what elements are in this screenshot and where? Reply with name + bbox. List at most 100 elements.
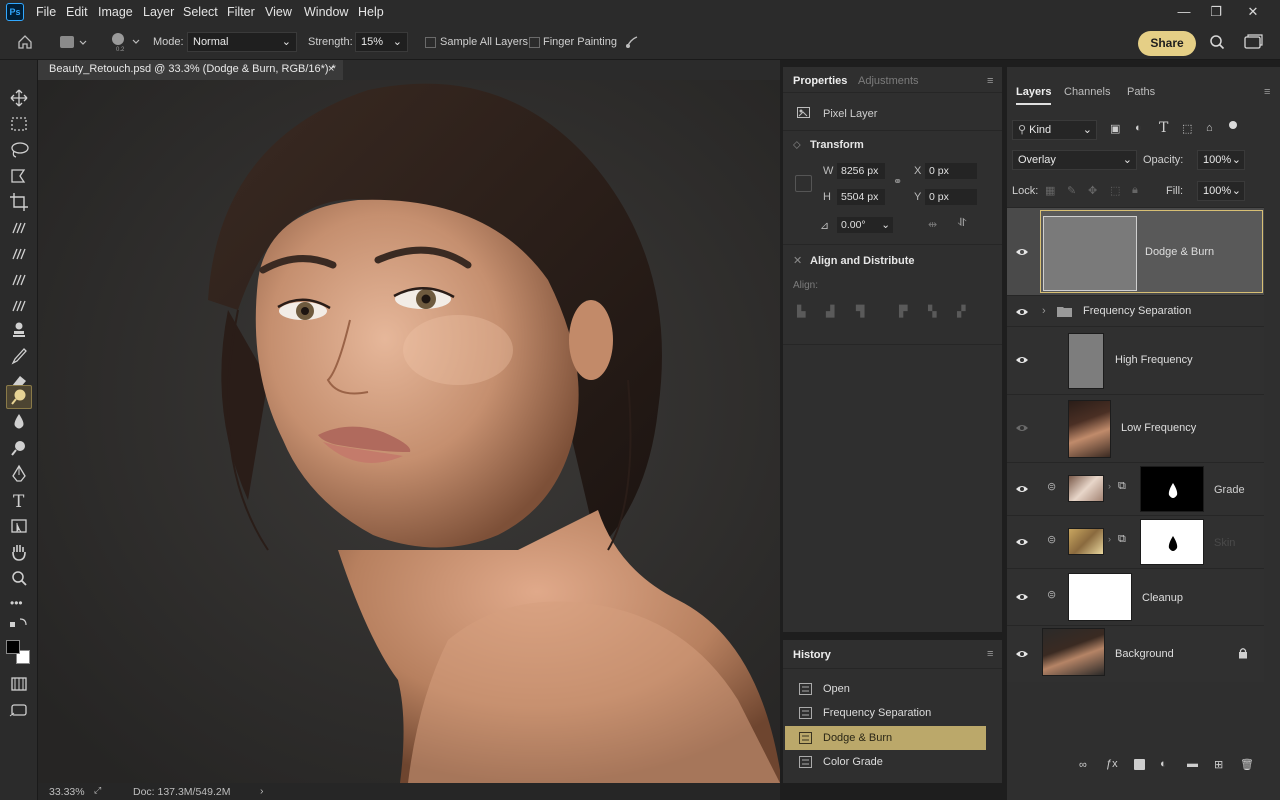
filter-smart-object-icon[interactable]: ⌂ [1206,122,1213,134]
flip-horizontal-icon[interactable]: ⇹ [928,218,937,231]
visibility-eye-icon[interactable] [1015,355,1029,365]
panel-menu-icon[interactable]: ≡ [1264,86,1270,98]
frame-tool-icon[interactable] [6,216,32,240]
lock-all-icon[interactable]: 🔒︎ [1132,184,1138,197]
visibility-eye-icon[interactable] [1015,484,1029,494]
visibility-eye-icon[interactable] [1015,307,1029,317]
layer-row-background[interactable]: Background [1007,625,1264,682]
share-button[interactable]: Share [1138,31,1196,56]
y-field[interactable]: 0 px [925,189,977,205]
filter-kind-select[interactable]: ⚲ Kind ⌄ [1012,120,1097,140]
eyedropper-tool-icon[interactable] [6,242,32,266]
panel-menu-icon[interactable]: ≡ [987,648,993,660]
history-item[interactable]: Open [785,677,986,701]
lock-artboard-icon[interactable]: ⬚ [1110,184,1120,197]
chain-icon[interactable]: › [1108,534,1111,544]
edit-toolbar-icon[interactable]: ••• [6,592,32,616]
filter-type-icon[interactable]: T [1159,120,1168,136]
blur-tool-icon[interactable] [6,410,32,434]
tab-paths[interactable]: Paths [1127,86,1155,98]
sample-all-layers-checkbox[interactable] [425,37,436,48]
healing-brush-tool-icon[interactable] [6,268,32,292]
opacity-field[interactable]: 100% ⌄ [1197,150,1245,170]
object-selection-tool-icon[interactable] [6,164,32,188]
tool-preset-icon[interactable] [58,33,90,51]
menu-help[interactable]: Help [358,0,384,25]
layer-style-icon[interactable]: ƒx [1106,758,1118,770]
align-bottom-icon[interactable]: ▞ [957,305,965,318]
close-window-button[interactable]: ✕ [1235,2,1271,22]
layer-name[interactable]: Grade [1214,484,1245,496]
quick-mask-icon[interactable] [6,672,32,696]
blend-mode-select[interactable]: Overlay ⌄ [1012,150,1137,170]
align-left-icon[interactable]: ▙ [797,305,805,318]
lock-position-icon[interactable]: ✥ [1088,184,1097,197]
tab-layers[interactable]: Layers [1016,86,1052,105]
layer-name[interactable]: Background [1115,648,1174,660]
workspace-icon[interactable] [1243,33,1265,51]
layer-row-dodge-burn[interactable]: Dodge & Burn [1007,207,1264,295]
swap-colors-icon[interactable] [6,615,32,633]
burn-tool-icon[interactable] [6,436,32,460]
layer-row-high-frequency[interactable]: High Frequency [1007,326,1264,394]
hand-tool-icon[interactable] [6,540,32,564]
filter-shape-icon[interactable]: ⬚ [1182,122,1192,135]
brush-size-icon[interactable]: 0.2 [108,31,142,53]
mode-select[interactable]: Normal ⌄ [187,32,297,52]
layer-row-grade[interactable]: ⊜ › ⧉ Grade [1007,462,1264,515]
minimize-button[interactable]: — [1166,2,1202,22]
tab-properties[interactable]: Properties [793,75,847,87]
chain-icon[interactable]: › [1108,481,1111,491]
menu-window[interactable]: Window [304,0,348,25]
menu-file[interactable]: File [36,0,56,25]
menu-layer[interactable]: Layer [143,0,174,25]
filter-pixel-icon[interactable]: ▣ [1110,122,1120,135]
lock-pixels-icon[interactable]: ✎ [1067,184,1076,197]
menu-view[interactable]: View [265,0,292,25]
new-layer-icon[interactable]: ⊞ [1214,758,1223,771]
finger-painting-checkbox[interactable] [529,37,540,48]
doc-size[interactable]: Doc: 137.3M/549.2M [133,786,230,798]
layer-row-low-frequency[interactable]: Low Frequency [1007,394,1264,462]
crop-tool-icon[interactable] [6,190,32,214]
search-icon[interactable] [1209,34,1225,50]
menu-image[interactable]: Image [98,0,133,25]
layer-row-skin[interactable]: ⊜ › ⧉ Skin [1007,515,1264,568]
menu-filter[interactable]: Filter [227,0,255,25]
document-tab[interactable]: Beauty_Retouch.psd @ 33.3% (Dodge & Burn… [38,60,343,80]
layer-mask-thumbnail[interactable] [1140,466,1204,512]
add-mask-icon[interactable] [1134,759,1145,770]
transform-icon[interactable]: ⬦ [793,139,801,152]
type-tool-icon[interactable]: T [6,488,32,512]
layer-name[interactable]: Frequency Separation [1083,305,1191,317]
width-field[interactable]: 8256 px [837,163,885,179]
chevron-right-icon[interactable]: › [1042,305,1046,317]
delete-layer-icon[interactable]: 🗑︎ [1240,758,1254,771]
align-icon[interactable]: ✕ [793,254,802,267]
home-icon[interactable] [17,34,33,50]
history-item[interactable]: Color Grade [785,750,986,774]
marquee-tool-icon[interactable] [6,112,32,136]
height-field[interactable]: 5504 px [837,189,885,205]
pressure-icon[interactable] [624,34,640,50]
strength-field[interactable]: 15% ⌄ [355,32,408,52]
chevron-right-icon[interactable]: › [260,785,264,797]
export-icon[interactable]: ⤢ [94,785,101,796]
zoom-level[interactable]: 33.33% [49,786,85,798]
layer-row-group[interactable]: › Frequency Separation [1007,295,1264,326]
reference-point-icon[interactable] [795,175,812,192]
close-tab-icon[interactable]: × [328,60,334,78]
align-middle-icon[interactable]: ▚ [928,305,936,318]
visibility-eye-icon[interactable] [1015,649,1029,659]
layer-name[interactable]: Cleanup [1142,592,1183,604]
document-canvas[interactable] [38,80,780,783]
link-layers-icon[interactable]: ∞ [1079,759,1087,771]
history-item[interactable]: Frequency Separation [785,701,986,725]
fill-field[interactable]: 100% ⌄ [1197,181,1245,201]
path-selection-tool-icon[interactable] [6,514,32,538]
visibility-eye-icon[interactable] [1015,537,1029,547]
layer-name[interactable]: Low Frequency [1121,422,1196,434]
align-center-icon[interactable]: ▟ [826,305,834,318]
menu-select[interactable]: Select [183,0,218,25]
lasso-tool-icon[interactable] [6,138,32,162]
